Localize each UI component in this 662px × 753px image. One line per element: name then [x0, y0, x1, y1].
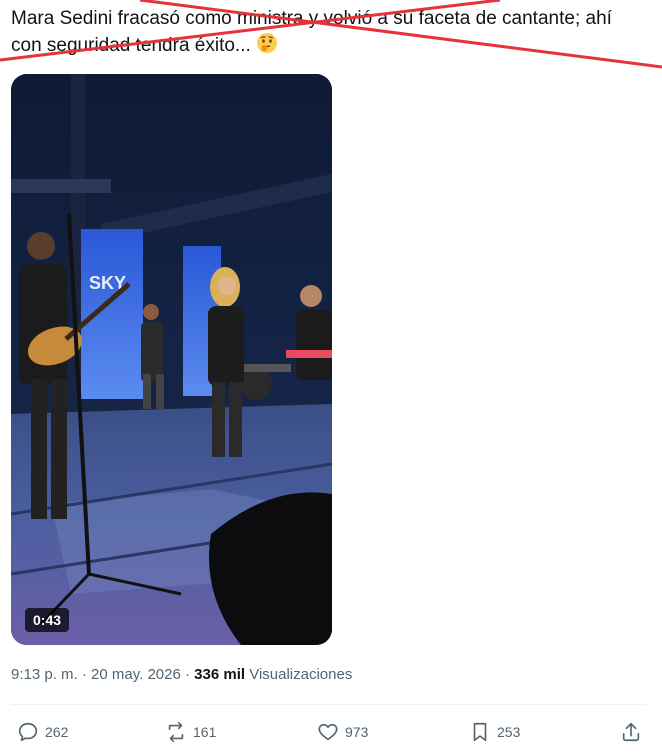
views-label: Visualizaciones	[249, 666, 353, 683]
tweet-meta: 9:13 p. m. · 20 may. 2026 · 336 mil Visu…	[11, 664, 352, 686]
like-count: 973	[345, 724, 369, 740]
divider	[11, 704, 646, 705]
action-bar: 262 161 973 253	[0, 712, 662, 752]
tweet-text: Mara Sedini fracasó como ministra y volv…	[11, 6, 656, 62]
views-count: 336 mil	[194, 666, 246, 683]
bookmark-count: 253	[497, 724, 521, 740]
reply-icon	[18, 722, 38, 742]
repost-button[interactable]: 161	[165, 718, 216, 746]
like-icon	[318, 723, 338, 741]
tweet-date[interactable]: 20 may. 2026	[91, 666, 181, 683]
repost-count: 161	[193, 724, 217, 740]
tweet-text-line2: con seguridad tendrá éxito...	[11, 35, 251, 56]
share-button[interactable]	[620, 718, 642, 746]
reply-count: 262	[45, 724, 69, 740]
like-button[interactable]: 973	[317, 718, 368, 746]
reply-button[interactable]: 262	[17, 718, 68, 746]
bookmark-icon	[473, 722, 487, 742]
video-thumbnail: SKY	[11, 74, 332, 645]
tweet-time[interactable]: 9:13 p. m.	[11, 666, 78, 683]
video-duration-badge: 0:43	[25, 608, 70, 632]
tweet-text-line1: Mara Sedini fracasó como ministra y volv…	[11, 8, 612, 29]
repost-icon	[168, 722, 184, 742]
share-icon	[622, 722, 640, 742]
video-player[interactable]: SKY 0:43	[11, 74, 332, 645]
bookmark-button[interactable]: 253	[469, 718, 520, 746]
meta-separator: ·	[180, 666, 195, 683]
meta-separator: ·	[77, 666, 92, 683]
thinking-face-emoji	[256, 32, 278, 62]
